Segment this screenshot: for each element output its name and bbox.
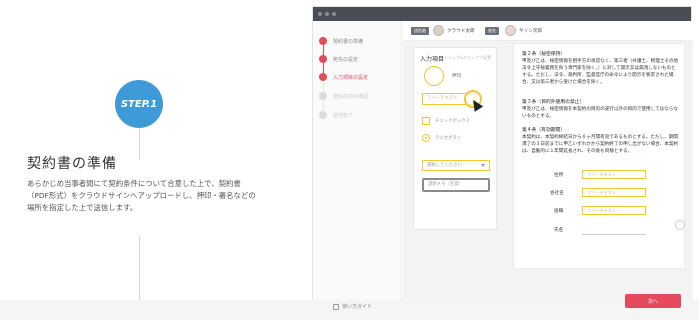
window-dot-icon: [332, 12, 336, 16]
step-done-icon: [319, 37, 327, 45]
sidebar-step-label: 宛先の設定: [333, 56, 359, 63]
timeline-connector: [139, 128, 140, 160]
panel-title: 入力項目: [420, 56, 445, 63]
article-heading: 第２条（秘密保持）: [522, 52, 566, 57]
stamp-tool-label: 押印: [452, 74, 462, 79]
chevron-down-icon: [481, 164, 485, 167]
sender-role-badge: 送信者: [411, 27, 429, 35]
article-body: 本契約は、本契約締結日から６ヶ月間有効であるものとする。ただし、期間満了の３日前…: [522, 135, 679, 154]
sender-name: クラウド太郎: [447, 29, 475, 34]
article-body: 甲及び乙は、秘密情報を本契約の目的の遂行以外の目的で使用してはならないものとする…: [522, 107, 678, 119]
app-window: 契約書の準備 宛先の設定 入力項目の設定 送信の前の確認 送信完了 使い方ガイド: [312, 6, 693, 310]
sidebar-step-confirm[interactable]: 送信の前の確認: [319, 91, 368, 101]
sidebar-step-prepare[interactable]: 契約書の準備: [319, 36, 363, 46]
step-description: あらかじめ当事者間にて契約条件について合意した上で、契約書（PDF形式）をクラウ…: [27, 179, 256, 212]
sidebar-step-label: 送信完了: [333, 112, 354, 119]
receiver-name: サイン次郎: [519, 29, 542, 34]
stamp-tool-icon[interactable]: [424, 66, 444, 86]
sidebar-step-recipients[interactable]: 宛先の設定: [319, 54, 358, 64]
signature-label: 住所: [554, 173, 564, 178]
radio-icon: [422, 134, 430, 142]
step-badge: STEP.1: [115, 80, 163, 128]
usage-guide-label: 使い方ガイド: [342, 304, 373, 310]
sidebar-step-fields[interactable]: 入力項目の設定: [319, 72, 368, 82]
sidebar-step-label: 契約書の準備: [333, 38, 364, 45]
article-heading: 第３条（目的外使用の禁止）: [522, 100, 585, 105]
signature-label: 役職: [554, 209, 564, 214]
sender-avatar[interactable]: [433, 25, 444, 36]
receiver-avatar[interactable]: [505, 25, 516, 36]
step-done-icon: [319, 55, 327, 63]
input-fields-panel: 入力項目 ドラッグ&ドロップで配置 押印 フリーテキスト チェックボックス ラジ…: [413, 47, 497, 230]
recipient-bar: 送信者 クラウド太郎 宛先 サイン次郎: [403, 21, 693, 41]
side-tool-icon[interactable]: [675, 220, 685, 230]
signature-label: 会社名: [550, 191, 564, 196]
checkbox-tool-label: チェックボックス: [435, 119, 470, 124]
page: STEP.1 契約書の準備 あらかじめ当事者間にて契約条件について合意した上で、…: [0, 0, 699, 320]
step-inactive-icon: [319, 92, 327, 100]
step-inactive-icon: [319, 111, 327, 119]
position-field[interactable]: フリーテキスト: [582, 206, 646, 215]
memo-field[interactable]: 説明メモ（任意）: [422, 178, 490, 192]
signature-label: 氏名: [554, 228, 564, 233]
sidebar: 契約書の準備 宛先の設定 入力項目の設定 送信の前の確認 送信完了 使い方ガイド: [313, 21, 402, 310]
radio-tool-label: ラジオボタン: [435, 136, 462, 141]
window-dot-icon: [325, 12, 329, 16]
sidebar-step-label: 送信の前の確認: [333, 93, 369, 100]
select-placeholder: 選択してください: [427, 163, 462, 168]
contract-document: 第２条（秘密保持） 甲及び乙は、秘密情報を相手方の承諾なく、第三者（弁護士、税理…: [513, 43, 685, 269]
checkbox-icon: [422, 117, 430, 125]
address-field[interactable]: フリーテキスト: [582, 170, 646, 179]
article-body: 甲及び乙は、秘密情報を相手方の承諾なく、第三者（弁護士、税理士その他法令上守秘義…: [522, 59, 679, 85]
radio-tool[interactable]: ラジオボタン: [422, 134, 461, 142]
company-field[interactable]: フリーテキスト: [582, 188, 646, 197]
step-active-icon: [319, 73, 327, 81]
sidebar-step-label: 入力項目の設定: [333, 74, 369, 81]
panel-subtitle: ドラッグ&ドロップで配置: [444, 55, 492, 60]
article-heading: 第４条（有効期間）: [522, 128, 566, 133]
step-title: 契約書の準備: [27, 156, 117, 172]
select-tool[interactable]: 選択してください: [422, 160, 490, 171]
checkbox-tool[interactable]: チェックボックス: [422, 117, 470, 125]
window-titlebar: [313, 7, 691, 21]
name-line: [582, 234, 646, 235]
next-button[interactable]: 次へ: [625, 294, 681, 308]
receiver-role-badge: 宛先: [485, 27, 499, 35]
book-icon: [333, 303, 339, 310]
sidebar-step-complete[interactable]: 送信完了: [319, 110, 353, 120]
usage-guide-link[interactable]: 使い方ガイド: [333, 303, 372, 310]
main-area: 送信者 クラウド太郎 宛先 サイン次郎 入力項目 ドラッグ&ドロップで配置 押印…: [403, 21, 693, 308]
window-dot-icon: [318, 12, 322, 16]
